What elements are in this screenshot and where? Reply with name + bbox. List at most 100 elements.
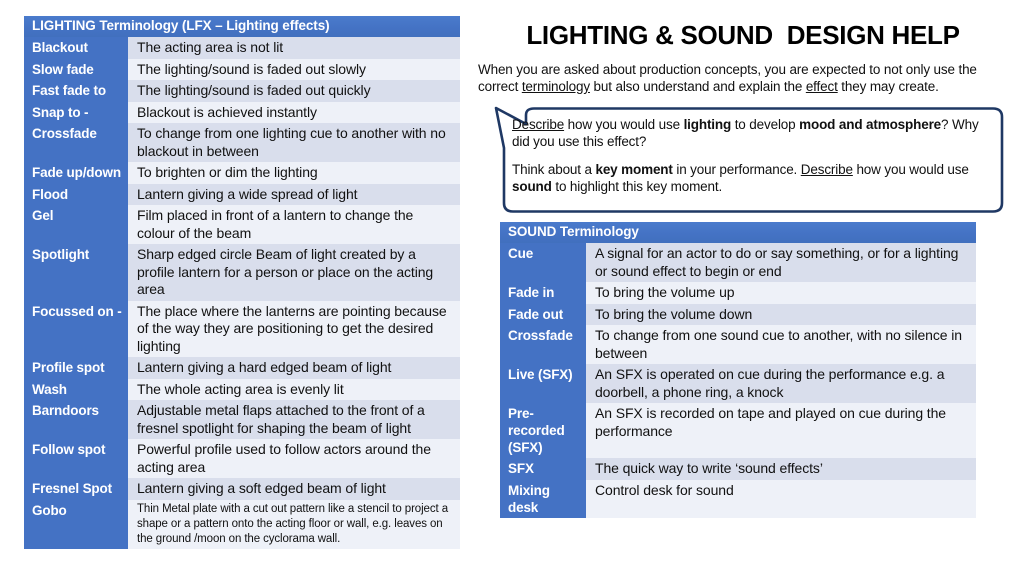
table-row: Blackout The acting area is not lit <box>24 37 460 59</box>
sound-term-cell: Fade out <box>500 303 586 325</box>
lighting-description-cell: The whole acting area is evenly lit <box>128 378 460 400</box>
lighting-description-cell: Lantern giving a wide spread of light <box>128 183 460 205</box>
sound-description-cell: A signal for an actor to do or say somet… <box>586 243 976 282</box>
table-row: Flood Lantern giving a wide spread of lig… <box>24 183 460 205</box>
sound-description-cell: An SFX is recorded on tape and played on… <box>586 403 976 458</box>
lighting-term-cell: Snap to - <box>24 101 128 123</box>
table-row: Cue A signal for an actor to do or say so… <box>500 243 976 282</box>
lighting-description-cell: Sharp edged circle Beam of light created… <box>128 244 460 301</box>
table-row: Gel Film placed in front of a lantern to … <box>24 205 460 244</box>
lighting-term-cell: Wash <box>24 378 128 400</box>
speech-bubble: Describe how you would use lighting to d… <box>476 105 1010 215</box>
lighting-term-cell: Profile spot <box>24 357 128 379</box>
table-row: Fast fade to The lighting/sound is faded … <box>24 80 460 102</box>
bubble-paragraph-1: Describe how you would use lighting to d… <box>512 116 988 150</box>
lighting-description-cell: Blackout is achieved instantly <box>128 101 460 123</box>
intro-part-2: but also understand and explain the <box>589 78 806 94</box>
bubble-p2-a: Think about a <box>512 162 596 177</box>
lighting-description-cell: Powerful profile used to follow actors a… <box>128 439 460 478</box>
table-row: Crossfade To change from one lighting cue… <box>24 123 460 162</box>
bubble-p1-d: to develop <box>731 117 800 132</box>
lighting-table-body: Blackout The acting area is not lit Slow f… <box>24 37 460 549</box>
table-row: Spotlight Sharp edged circle Beam of ligh… <box>24 244 460 301</box>
lighting-term-cell: Slow fade <box>24 58 128 80</box>
sound-table-body: Cue A signal for an actor to do or say so… <box>500 243 976 518</box>
lighting-description-cell: The lighting/sound is faded out slowly <box>128 58 460 80</box>
table-row: Barndoors Adjustable metal flaps attached… <box>24 400 460 439</box>
table-row: Fade out To bring the volume down <box>500 303 976 325</box>
sound-table-header: SOUND Terminology <box>500 222 976 243</box>
speech-bubble-content: Describe how you would use lighting to d… <box>512 116 988 195</box>
table-row: Snap to - Blackout is achieved instantly <box>24 101 460 123</box>
table-row: Crossfade To change from one sound cue to… <box>500 325 976 364</box>
bubble-p2-c: in your performance. <box>672 162 801 177</box>
lighting-term-cell: Flood <box>24 183 128 205</box>
sound-term-cell: SFX <box>500 458 586 480</box>
table-row: Profile spot Lantern giving a hard edged … <box>24 357 460 379</box>
intro-underline-effect: effect <box>805 78 838 94</box>
lighting-description-cell: To change from one lighting cue to anoth… <box>128 123 460 162</box>
bubble-describe-1: Describe <box>512 117 565 132</box>
lighting-term-cell: Gel <box>24 205 128 244</box>
bubble-lighting-bold: lighting <box>683 117 732 132</box>
lighting-description-cell: The acting area is not lit <box>128 37 460 59</box>
sound-description-cell: An SFX is operated on cue during the per… <box>586 364 976 403</box>
intro-paragraph: When you are asked about production conc… <box>478 62 1010 95</box>
sound-term-cell: Mixing desk <box>500 479 586 518</box>
lighting-term-cell: Spotlight <box>24 244 128 301</box>
lighting-description-cell: To brighten or dim the lighting <box>128 162 460 184</box>
table-row: SFX The quick way to write ‘sound effects… <box>500 458 976 480</box>
lighting-term-cell: Fast fade to <box>24 80 128 102</box>
bubble-describe-2: Describe <box>800 162 853 177</box>
sound-description-cell: To change from one sound cue to another,… <box>586 325 976 364</box>
lighting-term-cell: Fade up/down <box>24 162 128 184</box>
bubble-p2-g: to highlight this key moment. <box>551 179 723 194</box>
page-title: LIGHTING & SOUND DESIGN HELP <box>526 20 960 50</box>
sound-term-cell: Cue <box>500 243 586 282</box>
lighting-description-cell: The lighting/sound is faded out quickly <box>128 80 460 102</box>
lighting-description-cell: The place where the lanterns are pointin… <box>128 300 460 357</box>
table-row: Live (SFX) An SFX is operated on cue duri… <box>500 364 976 403</box>
bubble-paragraph-2: Think about a key moment in your perform… <box>512 161 988 195</box>
table-row: Slow fade The lighting/sound is faded out… <box>24 58 460 80</box>
sound-description-cell: To bring the volume up <box>586 282 976 304</box>
lighting-terminology-table: LIGHTING Terminology (LFX – Lighting eff… <box>24 16 460 549</box>
sound-term-cell: Fade in <box>500 282 586 304</box>
bubble-p2-e: how you would use <box>852 162 969 177</box>
lighting-description-cell: Lantern giving a hard edged beam of ligh… <box>128 357 460 379</box>
lighting-term-cell: Follow spot <box>24 439 128 478</box>
lighting-term-cell: Crossfade <box>24 123 128 162</box>
table-row: Fresnel Spot Lantern giving a soft edged … <box>24 478 460 500</box>
lighting-term-cell: Focussed on - <box>24 300 128 357</box>
sound-term-cell: Crossfade <box>500 325 586 364</box>
sound-description-cell: Control desk for sound <box>586 479 976 518</box>
right-column: LIGHTING & SOUND DESIGN HELP When you ar… <box>476 14 1010 215</box>
intro-part-3: they may create. <box>837 78 939 94</box>
sound-description-cell: The quick way to write ‘sound effects’ <box>586 458 976 480</box>
lighting-term-cell: Fresnel Spot <box>24 478 128 500</box>
bubble-mood-atmosphere-bold: mood and atmosphere <box>799 117 942 132</box>
bubble-p1-b: how you would use <box>564 117 684 132</box>
table-row: Mixing desk Control desk for sound <box>500 479 976 518</box>
sound-term-cell: Live (SFX) <box>500 364 586 403</box>
table-row: Fade in To bring the volume up <box>500 282 976 304</box>
bubble-sound-bold: sound <box>512 179 552 194</box>
lighting-term-cell: Blackout <box>24 37 128 59</box>
table-row: Wash The whole acting area is evenly lit <box>24 378 460 400</box>
table-row: Gobo Thin Metal plate with a cut out patt… <box>24 499 460 549</box>
table-row: Fade up/down To brighten or dim the light… <box>24 162 460 184</box>
lighting-description-cell: Thin Metal plate with a cut out pattern … <box>128 499 460 549</box>
sound-terminology-table: SOUND Terminology Cue A signal for an act… <box>500 222 976 518</box>
sound-term-cell: Pre-recorded (SFX) <box>500 403 586 458</box>
lighting-description-cell: Film placed in front of a lantern to cha… <box>128 205 460 244</box>
lighting-description-cell: Lantern giving a soft edged beam of ligh… <box>128 478 460 500</box>
lighting-table-header: LIGHTING Terminology (LFX – Lighting eff… <box>24 16 460 37</box>
table-header-row: LIGHTING Terminology (LFX – Lighting eff… <box>24 16 460 37</box>
sound-description-cell: To bring the volume down <box>586 303 976 325</box>
lighting-description-cell: Adjustable metal flaps attached to the f… <box>128 400 460 439</box>
table-header-row: SOUND Terminology <box>500 222 976 243</box>
table-row: Pre-recorded (SFX) An SFX is recorded on … <box>500 403 976 458</box>
table-row: Focussed on - The place where the lantern… <box>24 300 460 357</box>
bubble-key-moment-bold: key moment <box>595 162 673 177</box>
intro-underline-terminology: terminology <box>521 78 590 94</box>
